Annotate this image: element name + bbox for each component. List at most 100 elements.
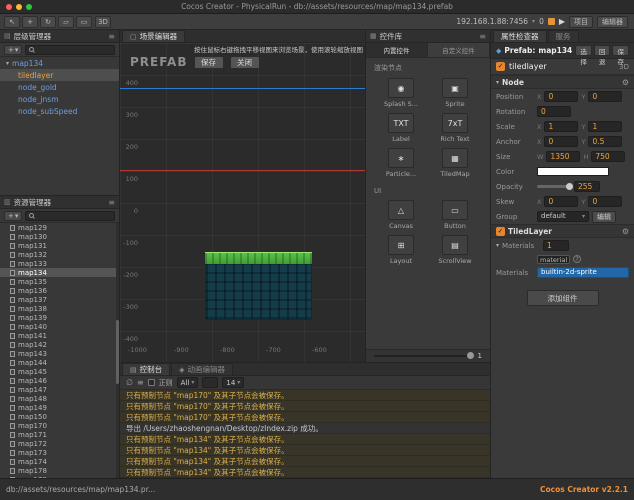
asset-item[interactable]: map134 bbox=[0, 268, 119, 277]
asset-item[interactable]: map172 bbox=[0, 439, 119, 448]
play-button[interactable]: ▶ bbox=[559, 17, 565, 26]
anchor-y-field[interactable]: 0.5 bbox=[588, 136, 623, 147]
asset-item[interactable]: map133 bbox=[0, 259, 119, 268]
collapse-logs-icon[interactable]: ≡ bbox=[137, 378, 144, 387]
materials-count-field[interactable]: 1 bbox=[543, 240, 570, 251]
zoom-window-button[interactable] bbox=[26, 3, 32, 10]
console-message[interactable]: 只有预制节点 "map134" 及其子节点会被保存。 bbox=[120, 456, 490, 467]
console-message[interactable]: 只有预制节点 "map134" 及其子节点会被保存。 bbox=[120, 445, 490, 456]
component-enabled-checkbox[interactable]: ✓ bbox=[496, 226, 505, 236]
slider-thumb[interactable] bbox=[466, 352, 474, 359]
asset-item[interactable]: map148 bbox=[0, 394, 119, 403]
asset-item[interactable]: map179 bbox=[0, 475, 119, 478]
tiledmap-node[interactable] bbox=[205, 252, 312, 320]
create-asset-button[interactable]: + ▾ bbox=[4, 210, 23, 221]
asset-item[interactable]: map170 bbox=[0, 421, 119, 430]
rotate-tool-icon[interactable]: ↻ bbox=[40, 15, 56, 28]
prefab-close-button[interactable]: 关闭 bbox=[229, 55, 260, 69]
help-icon[interactable]: ? bbox=[573, 255, 582, 263]
node-section-header[interactable]: ▾ Node ⚙ bbox=[491, 75, 634, 89]
assets-scrollbar[interactable] bbox=[116, 223, 119, 478]
expand-arrow-icon[interactable]: ▾ bbox=[6, 60, 9, 67]
console-message[interactable]: 只有预制节点 "map170" 及其子节点会被保存。 bbox=[120, 401, 490, 412]
console-message[interactable]: 导出 /Users/zhaoshengnan/Desktop/zIndex.zi… bbox=[120, 423, 490, 434]
prefab-action-button[interactable]: 回退 bbox=[593, 45, 611, 66]
library-item[interactable]: ▣ Sprite bbox=[430, 78, 480, 108]
tab-console[interactable]: ▤ 控制台 bbox=[122, 363, 171, 375]
asset-item[interactable]: map137 bbox=[0, 295, 119, 304]
regex-checkbox[interactable] bbox=[147, 379, 155, 386]
library-item[interactable]: TXT Label bbox=[376, 113, 426, 143]
editor-button[interactable]: 编辑器 bbox=[597, 15, 628, 28]
console-message[interactable]: 只有预制节点 "map134" 及其子节点会被保存。 bbox=[120, 434, 490, 445]
asset-item[interactable]: map132 bbox=[0, 250, 119, 259]
library-item[interactable]: 7xT Rich Text bbox=[430, 113, 480, 143]
library-item[interactable]: ⊞ Layout bbox=[376, 235, 426, 265]
asset-item[interactable]: map178 bbox=[0, 466, 119, 475]
tab-animation-editor[interactable]: ◈ 动画编辑器 bbox=[171, 363, 234, 375]
close-window-button[interactable] bbox=[6, 3, 12, 10]
select-tool-icon[interactable]: ↖ bbox=[4, 15, 20, 28]
asset-item[interactable]: map150 bbox=[0, 412, 119, 421]
rotation-field[interactable]: 0 bbox=[537, 106, 571, 117]
anchor-x-field[interactable]: 0 bbox=[544, 136, 579, 147]
asset-item[interactable]: map129 bbox=[0, 223, 119, 232]
3d-badge[interactable]: 3D bbox=[619, 63, 629, 71]
scene-viewport[interactable]: 按住鼠标右键拖拽平移视图来浏览场景，使用滚轮缩放视图 PREFAB 保存 关闭 bbox=[120, 43, 365, 362]
hierarchy-node[interactable]: node_jnsm bbox=[0, 93, 119, 105]
panel-menu-icon[interactable]: ≡ bbox=[479, 32, 486, 41]
tab-scene-editor[interactable]: ▢ 场景编辑器 bbox=[122, 30, 186, 42]
asset-item[interactable]: map173 bbox=[0, 448, 119, 457]
project-button[interactable]: 项目 bbox=[569, 15, 593, 28]
assets-search-input[interactable] bbox=[25, 210, 115, 221]
3d-mode-toggle[interactable]: 3D bbox=[95, 15, 111, 28]
prefab-action-button[interactable]: 选择 bbox=[575, 45, 592, 66]
chevron-down-icon[interactable]: ▾ bbox=[532, 18, 535, 25]
asset-item[interactable]: map145 bbox=[0, 367, 119, 376]
console-message[interactable]: 只有预制节点 "map134" 及其子节点会被保存。 bbox=[120, 467, 490, 478]
gear-icon[interactable]: ⚙ bbox=[622, 227, 629, 236]
asset-item[interactable]: map147 bbox=[0, 385, 119, 394]
library-item[interactable]: ∗ Particle... bbox=[376, 148, 426, 178]
asset-item[interactable]: map143 bbox=[0, 349, 119, 358]
tiledlayer-section-header[interactable]: ✓ TiledLayer ⚙ bbox=[491, 224, 634, 238]
library-item[interactable]: ▤ ScrollView bbox=[430, 235, 480, 265]
create-node-button[interactable]: + ▾ bbox=[4, 44, 23, 55]
group-edit-button[interactable]: 编辑 bbox=[592, 210, 616, 223]
opacity-slider[interactable] bbox=[537, 183, 573, 190]
asset-item[interactable]: map171 bbox=[0, 430, 119, 439]
simulator-icon[interactable] bbox=[547, 18, 555, 25]
minimize-window-button[interactable] bbox=[16, 3, 22, 10]
collapse-arrow-icon[interactable]: ▾ bbox=[496, 242, 499, 249]
zoom-slider[interactable] bbox=[374, 352, 474, 359]
node-active-checkbox[interactable]: ✓ bbox=[496, 62, 505, 71]
asset-item[interactable]: map130 bbox=[0, 232, 119, 241]
tab-inspector[interactable]: 属性检查器 bbox=[493, 30, 547, 42]
tab-custom-controls[interactable]: 自定义控件 bbox=[428, 43, 490, 57]
console-filter-input[interactable] bbox=[202, 377, 219, 388]
asset-item[interactable]: map144 bbox=[0, 358, 119, 367]
hierarchy-node[interactable]: node_subSpeed bbox=[0, 105, 119, 117]
library-item[interactable]: △ Canvas bbox=[376, 200, 426, 230]
collapse-arrow-icon[interactable]: ▾ bbox=[496, 79, 499, 86]
position-y-field[interactable]: 0 bbox=[588, 91, 623, 102]
size-w-field[interactable]: 1350 bbox=[546, 151, 581, 162]
prefab-action-button[interactable]: 保存 bbox=[612, 45, 630, 66]
console-message[interactable]: 只有预制节点 "map170" 及其子节点会被保存。 bbox=[120, 390, 490, 401]
opacity-field[interactable]: 255 bbox=[574, 181, 600, 192]
asset-item[interactable]: map131 bbox=[0, 241, 119, 250]
asset-item[interactable]: map141 bbox=[0, 331, 119, 340]
asset-item[interactable]: map174 bbox=[0, 457, 119, 466]
move-tool-icon[interactable]: + bbox=[22, 15, 38, 28]
hierarchy-search-input[interactable] bbox=[25, 44, 115, 55]
scale-tool-icon[interactable]: ▱ bbox=[58, 15, 74, 28]
gear-icon[interactable]: ⚙ bbox=[622, 78, 629, 87]
tab-builtin-controls[interactable]: 内置控件 bbox=[366, 43, 428, 57]
panel-menu-icon[interactable]: ≡ bbox=[108, 32, 115, 41]
skew-x-field[interactable]: 0 bbox=[544, 196, 579, 207]
scrollbar-thumb[interactable] bbox=[116, 319, 119, 384]
group-dropdown[interactable]: default ▾ bbox=[537, 211, 589, 222]
material-asset-field[interactable]: builtin-2d-sprite bbox=[537, 267, 629, 278]
panel-menu-icon[interactable]: ≡ bbox=[108, 198, 115, 207]
library-item[interactable]: ▦ TiledMap bbox=[430, 148, 480, 178]
